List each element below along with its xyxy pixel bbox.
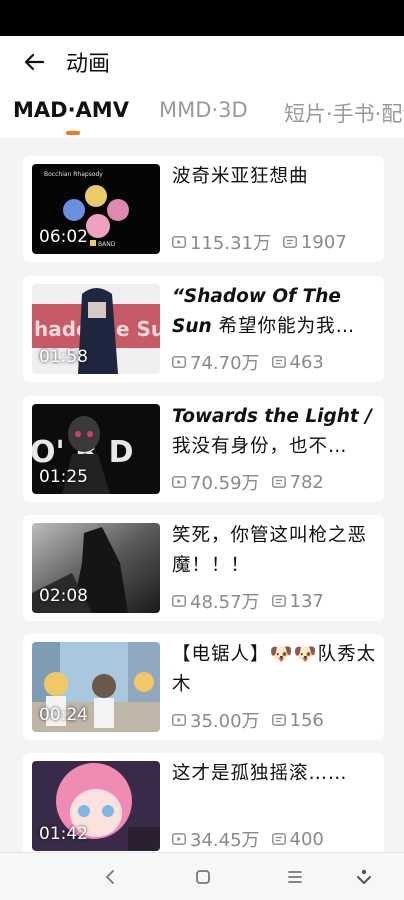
thumb-text: Bocchian Rhapsody: [44, 171, 103, 178]
danmaku-count-icon: [271, 714, 286, 726]
video-duration: 02:08: [39, 586, 88, 606]
video-meta: 70.59万 782: [172, 470, 336, 494]
video-meta: 74.70万 463: [172, 350, 336, 374]
view-count: 35.00万: [190, 711, 260, 732]
danmaku-count: 1907: [300, 231, 347, 253]
danmaku-count-icon: [283, 236, 297, 248]
video-title[interactable]: Towards the Light / 我没有身份，也不…: [172, 402, 377, 462]
nav-assist-button[interactable]: [352, 865, 376, 889]
danmaku-count: 156: [289, 709, 324, 731]
video-meta: 34.45万 400: [172, 827, 336, 851]
view-count: 74.70万: [190, 353, 260, 374]
danmaku-count-icon: [271, 356, 286, 368]
danmaku-count-icon: [271, 476, 286, 488]
danmaku-count-icon: [271, 595, 286, 607]
nav-menu-button[interactable]: [283, 865, 307, 889]
video-title[interactable]: 这才是孤独摇滚……: [172, 759, 377, 819]
view-count: 34.45万: [190, 830, 260, 851]
video-thumbnail[interactable]: O' R D 01:25: [32, 404, 160, 494]
video-duration: 01:25: [39, 467, 88, 487]
nav-menu-icon: [288, 871, 302, 883]
video-title[interactable]: 笑死，你管这叫枪之恶魔！！！: [172, 521, 377, 581]
play-count-icon: [172, 236, 186, 248]
thumb-text-2: BAND: [98, 241, 116, 248]
status-bar: [0, 0, 404, 36]
video-card[interactable]: O' R D 01:25 Towards the Light / 我没有身份，也…: [23, 396, 384, 502]
nav-assist-icon: [357, 869, 371, 884]
view-count: 48.57万: [190, 592, 260, 613]
video-duration: 06:02: [39, 227, 88, 247]
system-nav-bar: [0, 852, 404, 900]
nav-home-button[interactable]: [191, 865, 215, 889]
video-meta: 115.31万 1907: [172, 230, 359, 254]
play-count-icon: [172, 476, 186, 488]
play-count-icon: [172, 356, 186, 368]
play-count-icon: [172, 714, 186, 726]
tab-mad-amv[interactable]: MAD·AMV: [13, 98, 129, 122]
view-count: 115.31万: [190, 233, 271, 254]
video-title[interactable]: “Shadow Of The Sun 希望你能为我…: [172, 282, 377, 342]
video-meta: 48.57万 137: [172, 589, 336, 613]
active-tab-indicator: [66, 131, 80, 135]
view-count: 70.59万: [190, 473, 260, 494]
video-card[interactable]: 02:08 笑死，你管这叫枪之恶魔！！！ 48.57万 137: [23, 515, 384, 621]
nav-back-icon: [105, 870, 114, 884]
play-count-icon: [172, 595, 186, 607]
category-tabs: MAD·AMV MMD·3D 短片·手书·配音: [0, 88, 404, 138]
video-meta: 35.00万 156: [172, 708, 336, 732]
arrow-left-icon: [24, 53, 45, 71]
video-duration: 01:42: [39, 824, 88, 844]
video-card[interactable]: 01:42 这才是孤独摇滚…… 34.45万 400: [23, 753, 384, 859]
video-thumbnail[interactable]: 01:42: [32, 761, 160, 851]
back-button[interactable]: [4, 36, 64, 88]
danmaku-count: 137: [289, 590, 324, 612]
page-title: 动画: [66, 52, 111, 77]
video-thumbnail[interactable]: 00:24: [32, 642, 160, 732]
video-title[interactable]: 【电锯人】🐶🐶队秀太木: [172, 640, 377, 700]
video-thumbnail[interactable]: 02:08: [32, 523, 160, 613]
danmaku-count-icon: [271, 833, 286, 845]
danmaku-count: 463: [289, 351, 324, 373]
video-card[interactable]: 00:24 【电锯人】🐶🐶队秀太木 35.00万 156: [23, 634, 384, 740]
danmaku-count: 782: [289, 471, 324, 493]
video-duration: 00:24: [39, 705, 88, 725]
video-duration: 01:58: [39, 347, 88, 367]
video-card[interactable]: Bocchian Rhapsody BAND 06:02 波奇米亚狂想曲 115…: [23, 156, 384, 262]
video-thumbnail[interactable]: hado e Su 01:58: [32, 284, 160, 374]
nav-back-button[interactable]: [98, 865, 122, 889]
thumb-text-2: e Su: [116, 317, 160, 341]
video-title[interactable]: 波奇米亚狂想曲: [172, 162, 377, 222]
app-header: 动画: [0, 36, 404, 88]
tab-shortfilm[interactable]: 短片·手书·配音: [284, 98, 404, 128]
video-card[interactable]: hado e Su 01:58 “Shadow Of The Sun 希望你能为…: [23, 276, 384, 382]
danmaku-count: 400: [289, 828, 324, 850]
nav-home-icon: [196, 870, 210, 884]
play-count-icon: [172, 833, 186, 845]
tab-mmd-3d[interactable]: MMD·3D: [159, 98, 248, 122]
video-thumbnail[interactable]: Bocchian Rhapsody BAND 06:02: [32, 164, 160, 254]
